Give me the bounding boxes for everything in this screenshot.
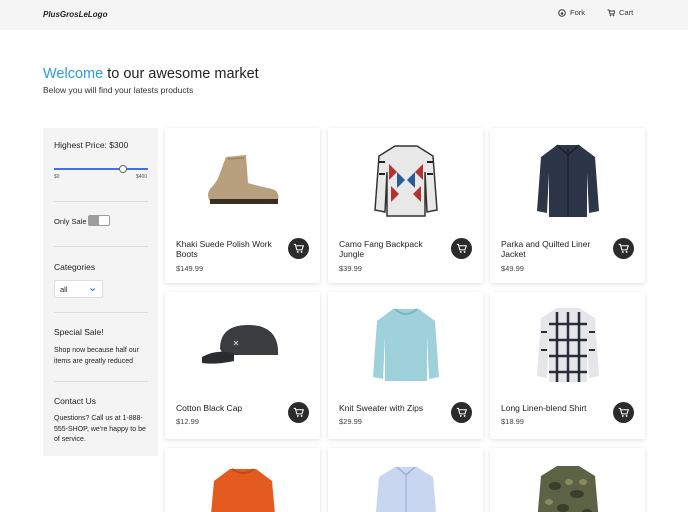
title-rest: to our awesome market bbox=[103, 66, 259, 82]
product-card[interactable]: Cotton Black Cap $12.99 bbox=[165, 292, 320, 439]
top-navbar: PlusGrosLeLogo Fork Cart bbox=[0, 0, 688, 30]
black-cap-image bbox=[165, 292, 320, 396]
category-select[interactable]: all bbox=[54, 280, 103, 298]
special-sale-text: Shop now because half our items are grea… bbox=[54, 347, 139, 365]
product-card[interactable]: Long Linen-blend Shirt $18.99 bbox=[490, 292, 645, 439]
add-to-cart-button[interactable] bbox=[613, 402, 634, 423]
site-logo[interactable]: PlusGrosLeLogo bbox=[43, 10, 107, 19]
product-name[interactable]: Knit Sweater with Zips bbox=[339, 403, 447, 413]
only-sale-toggle[interactable] bbox=[88, 215, 110, 226]
product-card[interactable]: Khaki Suede Polish Work Boots $149.99 bbox=[165, 128, 320, 283]
sidebar-divider bbox=[54, 201, 148, 202]
product-price: $12.99 bbox=[176, 417, 199, 426]
price-max-label: $400 bbox=[136, 174, 148, 180]
orange-sweater-image bbox=[165, 448, 320, 512]
cart-icon bbox=[456, 407, 467, 417]
product-price: $49.99 bbox=[501, 264, 524, 273]
patterned-jacket-image bbox=[328, 128, 483, 232]
cart-label: Cart bbox=[619, 8, 634, 17]
price-slider-thumb[interactable] bbox=[119, 165, 127, 173]
product-name[interactable]: Long Linen-blend Shirt bbox=[501, 403, 609, 413]
cart-link[interactable]: Cart bbox=[607, 8, 633, 17]
cart-icon bbox=[293, 243, 304, 253]
price-min-label: $0 bbox=[54, 174, 60, 180]
cart-icon bbox=[293, 407, 304, 417]
categories-label: Categories bbox=[54, 262, 96, 272]
toggle-knob bbox=[99, 216, 109, 225]
category-selected-value: all bbox=[60, 285, 68, 294]
sidebar-divider bbox=[54, 381, 148, 382]
cart-icon bbox=[607, 9, 615, 16]
product-card[interactable] bbox=[490, 448, 645, 512]
product-card[interactable]: Parka and Quilted Liner Jacket $49.99 bbox=[490, 128, 645, 283]
add-to-cart-button[interactable] bbox=[451, 238, 472, 259]
cart-icon bbox=[618, 243, 629, 253]
add-to-cart-button[interactable] bbox=[288, 402, 309, 423]
price-slider-track[interactable] bbox=[54, 168, 148, 170]
product-price: $39.99 bbox=[339, 264, 362, 273]
product-price: $149.99 bbox=[176, 264, 204, 273]
page-title: Welcome to our awesome market bbox=[43, 66, 259, 82]
add-to-cart-button[interactable] bbox=[288, 238, 309, 259]
product-card[interactable] bbox=[165, 448, 320, 512]
plaid-shirt-image bbox=[490, 292, 645, 396]
blue-sweater-image bbox=[328, 292, 483, 396]
contact-text: Questions? Call us at 1-888-555-SHOP, we… bbox=[54, 415, 146, 443]
fork-label: Fork bbox=[570, 8, 585, 17]
fork-link[interactable]: Fork bbox=[558, 8, 585, 17]
product-card[interactable] bbox=[328, 448, 483, 512]
product-name[interactable]: Khaki Suede Polish Work Boots bbox=[176, 239, 284, 259]
product-name[interactable]: Cotton Black Cap bbox=[176, 403, 284, 413]
github-icon bbox=[558, 8, 566, 17]
camo-jacket-image bbox=[490, 448, 645, 512]
chevron-down-icon bbox=[90, 288, 95, 292]
boot-image bbox=[165, 128, 320, 232]
add-to-cart-button[interactable] bbox=[451, 402, 472, 423]
add-to-cart-button[interactable] bbox=[613, 238, 634, 259]
only-sale-label: Only Sale bbox=[54, 217, 87, 226]
price-filter-label: Highest Price: $300 bbox=[54, 140, 129, 150]
cart-icon bbox=[456, 243, 467, 253]
product-card[interactable]: Camo Fang Backpack Jungle $39.99 bbox=[328, 128, 483, 283]
contact-title: Contact Us bbox=[54, 396, 97, 406]
sidebar-divider bbox=[54, 312, 148, 313]
product-name[interactable]: Camo Fang Backpack Jungle bbox=[339, 239, 447, 259]
navy-jacket-image bbox=[490, 128, 645, 232]
light-blue-shirt-image bbox=[328, 448, 483, 512]
product-name[interactable]: Parka and Quilted Liner Jacket bbox=[501, 239, 609, 259]
sidebar-divider bbox=[54, 246, 148, 247]
page-subtitle: Below you will find your latests product… bbox=[43, 85, 194, 95]
product-price: $18.99 bbox=[501, 417, 524, 426]
cart-icon bbox=[618, 407, 629, 417]
title-accent: Welcome bbox=[43, 66, 104, 82]
special-sale-title: Special Sale! bbox=[54, 327, 104, 337]
product-price: $29.99 bbox=[339, 417, 362, 426]
product-card[interactable]: Knit Sweater with Zips $29.99 bbox=[328, 292, 483, 439]
